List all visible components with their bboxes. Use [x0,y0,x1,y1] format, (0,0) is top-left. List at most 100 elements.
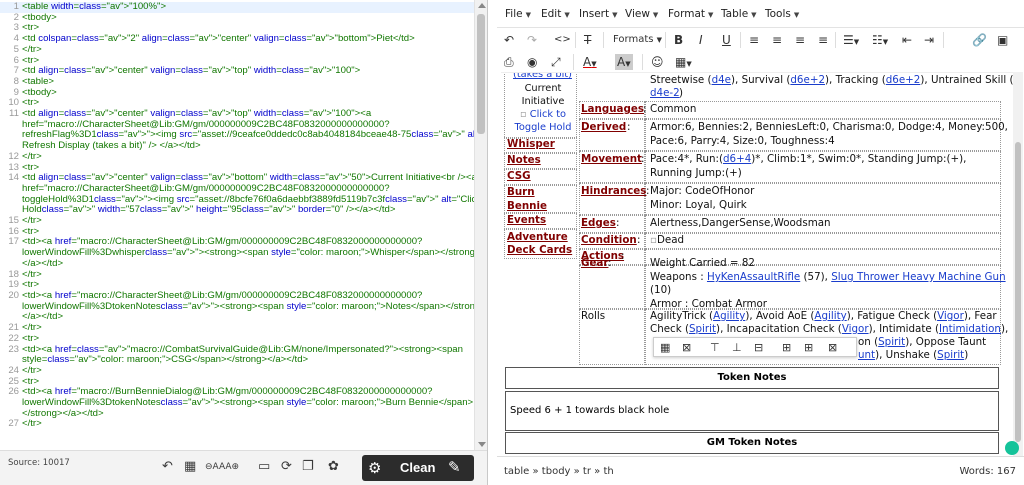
roll-link[interactable]: Spirit [878,336,905,348]
adventure-deck-link[interactable]: Adventure Deck Cards [507,231,577,257]
code-line[interactable]: 8 <table> [0,76,474,88]
token-notes-body[interactable]: Speed 6 + 1 towards black hole [505,391,999,431]
burn-bennie-link[interactable]: Burn Bennie [507,186,557,213]
gm-token-notes-header[interactable]: GM Token Notes [505,432,999,454]
events-link[interactable]: Events [507,214,546,228]
redo-icon[interactable]: ↷ [527,32,537,48]
csg-link[interactable]: CSG [507,170,531,184]
insert-row-after-icon[interactable]: ⊥ [732,341,742,354]
skill-link[interactable]: d4e-2 [650,87,680,101]
align-justify-icon[interactable]: ≡ [818,32,828,48]
menu-file[interactable]: File ▼ [505,8,531,20]
refresh-icon[interactable]: ⟳ [281,459,292,475]
skill-link[interactable]: d6e+2 [790,74,825,86]
code-line[interactable]: 12 </tr> [0,151,474,163]
image-icon[interactable]: ▣ [997,32,1008,48]
table-icon[interactable]: ▦▼ [675,54,692,70]
clean-button[interactable]: ⚙ Clean ✎ [362,455,474,481]
italic-icon[interactable]: I [699,32,703,48]
menu-table[interactable]: Table ▼ [721,8,757,20]
roll-link[interactable]: Agility [713,310,745,322]
print-icon[interactable]: ⎙ [504,54,514,70]
code-line[interactable]: 7 <td align=class="av">"center" valign=cl… [0,65,474,77]
delete-row-icon[interactable]: ⊟ [754,341,763,354]
code-editor[interactable]: 1 <table width=class="av">"100%"> 2 <tbody>… [0,2,474,450]
underline-icon[interactable]: U [722,32,731,48]
link-icon[interactable]: 🔗 [972,32,987,48]
palette-icon[interactable]: ✿ [328,459,339,475]
align-left-icon[interactable]: ≡ [749,32,759,48]
clear-format-icon[interactable]: T [584,32,591,48]
weapon-link[interactable]: Slug Thrower Heavy Machine Gun [831,271,1005,283]
menu-tools[interactable]: Tools ▼ [765,8,799,20]
run-link[interactable]: d6+4 [723,153,751,165]
code-line[interactable]: 1 <table width=class="av">"100%"> [0,2,474,13]
code-line[interactable]: Holdclass="av">" width="57class="av">" h… [0,205,474,216]
gear-icon[interactable]: ⚙ [368,459,381,477]
table-props-icon[interactable]: ▦ [660,341,670,354]
refresh-display-text[interactable]: (takes a bit) [513,73,572,82]
code-line[interactable]: </a></td> [0,312,474,323]
formats-dropdown[interactable]: Formats ▼ [613,32,662,48]
roll-link[interactable]: Agility [814,310,846,322]
outdent-icon[interactable]: ⇤ [902,32,912,48]
weapon-link[interactable]: HyKenAssaultRifle [707,271,800,283]
code-line[interactable]: Refresh Display (takes a bit)" /> </a></… [0,140,474,152]
roll-link[interactable]: unt [858,349,875,361]
scroll-thumb[interactable] [477,14,485,134]
code-line[interactable]: 21 </tr> [0,322,474,334]
wrap-icon[interactable]: ▭ [258,459,270,475]
undo-icon[interactable]: ↶ [504,32,514,48]
menu-view[interactable]: View ▼ [625,8,658,20]
code-line[interactable]: </strong></a></td> [0,408,474,420]
roll-link[interactable]: Vigor [842,323,869,335]
toggle-hold-image[interactable]: ▫ Click to Toggle Hold [509,109,577,134]
code-line[interactable]: 24 </tr> [0,365,474,377]
code-line[interactable]: 18 </tr> [0,269,474,281]
menu-edit[interactable]: Edit ▼ [541,8,570,20]
fullscreen-icon[interactable]: ⤢ [551,54,561,70]
code-scrollbar[interactable] [474,0,487,450]
code-line[interactable]: 4 <td colspan=class="av">"2" align=class=… [0,33,474,45]
roll-link[interactable]: Spirit [937,349,964,361]
skill-link[interactable]: d6e+2 [886,74,921,86]
roll-link[interactable]: Spirit [689,323,716,335]
layout-icon[interactable]: ▦ [184,459,196,475]
roll-link[interactable]: Intimidation [939,323,1001,335]
code-line[interactable]: 27 </tr> [0,419,474,430]
bold-icon[interactable]: B [674,32,683,48]
roll-link[interactable]: Vigor [937,310,964,322]
copy-icon[interactable]: ❐ [302,459,314,475]
scroll-thumb[interactable] [1015,142,1021,442]
insert-col-after-icon[interactable]: ⊞ [804,341,813,354]
align-right-icon[interactable]: ≡ [795,32,805,48]
code-line[interactable]: lowerWindowFill%3DtokenNotesclass="av">"… [0,301,474,313]
emoji-icon[interactable]: ☺ [651,54,664,70]
code-line[interactable]: style=class="av">"color: maroon;">CSG</s… [0,354,474,366]
delete-table-icon[interactable]: ⊠ [682,341,691,354]
source-code-icon[interactable]: <> [554,32,571,48]
code-line[interactable]: lowerWindowFill%3Dwhisperclass="av">"><s… [0,247,474,259]
menu-format[interactable]: Format ▼ [668,8,713,20]
delete-col-icon[interactable]: ⊠ [828,341,837,354]
code-line[interactable]: 2 <tbody> [0,12,474,24]
skill-link[interactable]: d4e [712,74,731,86]
align-center-icon[interactable]: ≡ [772,32,782,48]
text-color-icon[interactable]: A▼ [583,54,597,70]
grammarly-icon[interactable] [1005,441,1019,455]
code-line[interactable]: </a></td> [0,258,474,270]
code-line[interactable]: 15 </tr> [0,215,474,227]
whisper-link[interactable]: Whisper [507,138,555,152]
preview-icon[interactable]: ◉ [527,54,537,70]
font-size-control[interactable]: ⊖AAA⊕ [205,459,239,475]
undo-icon[interactable]: ↶ [162,459,173,475]
editor-scrollbar[interactable] [1013,72,1023,456]
code-line[interactable]: 9 <tbody> [0,87,474,99]
code-line[interactable]: 5 </tr> [0,44,474,56]
insert-row-before-icon[interactable]: ⊤ [710,341,720,354]
insert-col-before-icon[interactable]: ⊞ [782,341,791,354]
menu-insert[interactable]: Insert ▼ [579,8,618,20]
element-path[interactable]: table » tbody » tr » th [504,466,614,477]
scroll-up-icon[interactable] [478,3,486,8]
indent-icon[interactable]: ⇥ [924,32,934,48]
